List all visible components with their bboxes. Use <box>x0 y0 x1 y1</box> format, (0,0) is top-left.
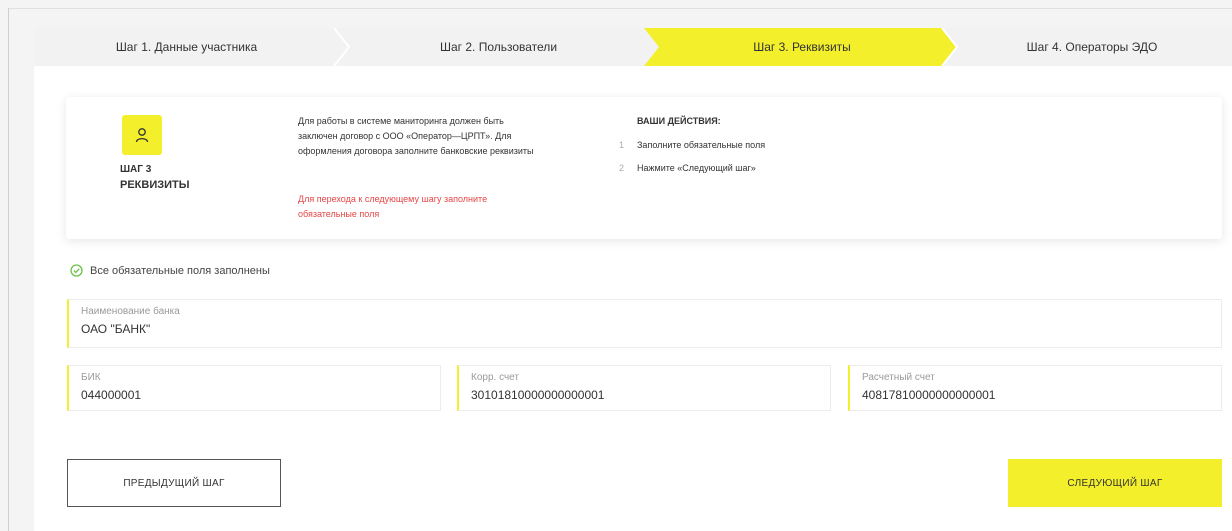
bank-name-input[interactable] <box>81 322 1118 336</box>
action-text: Нажмите «Следующий шаг» <box>637 163 756 173</box>
corr-account-input[interactable] <box>471 388 805 402</box>
step-description: Для работы в системе маниторинга должен … <box>298 116 534 156</box>
bank-name-field[interactable]: Наименование банка <box>67 299 1222 348</box>
action-text: Заполните обязательные поля <box>637 140 766 150</box>
step-name: РЕКВИЗИТЫ <box>120 179 190 191</box>
bik-input[interactable] <box>81 388 415 402</box>
window-left-border <box>8 8 9 531</box>
previous-step-button[interactable]: ПРЕДЫДУЩИЙ ШАГ <box>67 459 281 507</box>
action-item: 2 Нажмите «Следующий шаг» <box>619 163 756 173</box>
step-3-label[interactable]: Шаг 3. Реквизиты <box>652 28 952 66</box>
step-2-label[interactable]: Шаг 2. Пользователи <box>346 28 651 66</box>
check-circle-icon <box>70 264 83 277</box>
action-number: 2 <box>619 163 625 173</box>
action-number: 1 <box>619 140 625 150</box>
step-info-card: ШАГ 3 РЕКВИЗИТЫ Для работы в системе ман… <box>66 97 1222 239</box>
status-text: Все обязательные поля заполнены <box>90 265 270 277</box>
bank-name-label: Наименование банка <box>81 306 180 317</box>
bik-field[interactable]: БИК <box>67 365 441 411</box>
bik-label: БИК <box>81 372 101 383</box>
step-1-label[interactable]: Шаг 1. Данные участника <box>34 28 339 66</box>
window-top-border <box>8 8 1232 9</box>
step-4-label[interactable]: Шаг 4. Операторы ЭДО <box>952 28 1232 66</box>
wizard-stepper: Шаг 1. Данные участника Шаг 2. Пользоват… <box>34 28 1232 66</box>
actions-title: ВАШИ ДЕЙСТВИЯ: <box>637 116 721 126</box>
user-icon <box>122 115 162 155</box>
corr-account-label: Корр. счет <box>471 372 519 383</box>
corr-account-field[interactable]: Корр. счет <box>457 365 831 411</box>
settlement-account-field[interactable]: Расчетный счет <box>848 365 1222 411</box>
settlement-account-label: Расчетный счет <box>862 372 935 383</box>
settlement-account-input[interactable] <box>862 388 1196 402</box>
step-number: ШАГ 3 <box>120 164 152 175</box>
required-fields-warning: Для перехода к следующему шагу заполните… <box>298 194 488 219</box>
next-step-button[interactable]: СЛЕДУЮЩИЙ ШАГ <box>1008 459 1222 507</box>
action-item: 1 Заполните обязательные поля <box>619 140 765 150</box>
